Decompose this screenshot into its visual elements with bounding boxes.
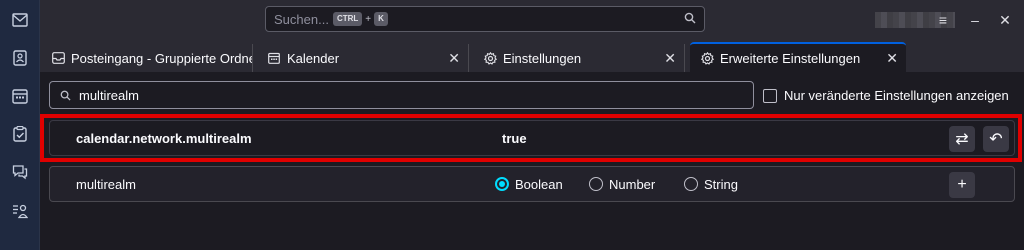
- close-icon[interactable]: ✕: [448, 50, 460, 67]
- app-menu-button[interactable]: ≡: [933, 10, 953, 30]
- gear-icon: [483, 51, 497, 65]
- show-only-modified-checkbox[interactable]: [763, 89, 777, 103]
- mail-icon[interactable]: [8, 8, 32, 32]
- global-search-input[interactable]: Suchen... CTRL + K: [265, 6, 705, 32]
- type-label-string[interactable]: String: [704, 177, 738, 192]
- pref-search-input[interactable]: multirealm: [49, 81, 754, 109]
- close-window-button[interactable]: ✕: [995, 10, 1015, 30]
- type-radio-number[interactable]: [589, 177, 603, 191]
- tab-label: Einstellungen: [503, 50, 582, 66]
- title-bar: Suchen... CTRL + K ≡ – ✕: [40, 0, 1024, 40]
- inbox-icon: [52, 51, 65, 65]
- tab-calendar[interactable]: Kalender ✕: [257, 44, 469, 72]
- shortcut-key-ctrl: CTRL: [332, 12, 363, 26]
- shortcut-key-k: K: [374, 12, 388, 26]
- plus-icon: +: [957, 176, 967, 193]
- show-only-modified-label[interactable]: Nur veränderte Einstellungen anzeigen: [784, 88, 1009, 103]
- type-radio-string[interactable]: [684, 177, 698, 191]
- spaces-toolbar: [0, 0, 40, 250]
- calendar-icon[interactable]: [8, 84, 32, 108]
- tasks-icon[interactable]: [8, 122, 32, 146]
- type-label-number[interactable]: Number: [609, 177, 655, 192]
- settings-list-icon[interactable]: [8, 199, 32, 223]
- search-icon: [60, 90, 71, 101]
- shortcut-plus: +: [365, 13, 372, 25]
- search-icon[interactable]: [684, 12, 696, 27]
- address-book-icon[interactable]: [8, 46, 32, 70]
- highlight-box: [40, 114, 1022, 162]
- add-button[interactable]: +: [949, 172, 975, 198]
- new-pref-row: multirealm Boolean Number String +: [49, 166, 1015, 202]
- tab-settings[interactable]: Einstellungen ✕: [473, 44, 685, 72]
- minimize-button[interactable]: –: [965, 10, 985, 30]
- search-placeholder: Suchen...: [274, 11, 329, 27]
- type-radio-boolean[interactable]: [495, 177, 509, 191]
- tab-bar: Posteingang - Gruppierte Ordner Kalender…: [40, 40, 1024, 72]
- calendar-icon: [267, 51, 281, 65]
- gear-icon: [700, 51, 714, 65]
- tab-advanced-settings[interactable]: Erweiterte Einstellungen ✕: [690, 42, 906, 72]
- chat-icon[interactable]: [8, 160, 32, 184]
- new-pref-name: multirealm: [76, 177, 136, 192]
- tab-label: Erweiterte Einstellungen: [720, 50, 861, 66]
- tab-inbox[interactable]: Posteingang - Gruppierte Ordner: [42, 44, 253, 72]
- close-icon[interactable]: ✕: [664, 50, 676, 67]
- type-label-boolean[interactable]: Boolean: [515, 177, 563, 192]
- tab-label: Kalender: [287, 50, 340, 66]
- close-icon[interactable]: ✕: [886, 50, 898, 67]
- tab-label: Posteingang - Gruppierte Ordner: [71, 50, 253, 66]
- pref-search-value: multirealm: [79, 87, 139, 103]
